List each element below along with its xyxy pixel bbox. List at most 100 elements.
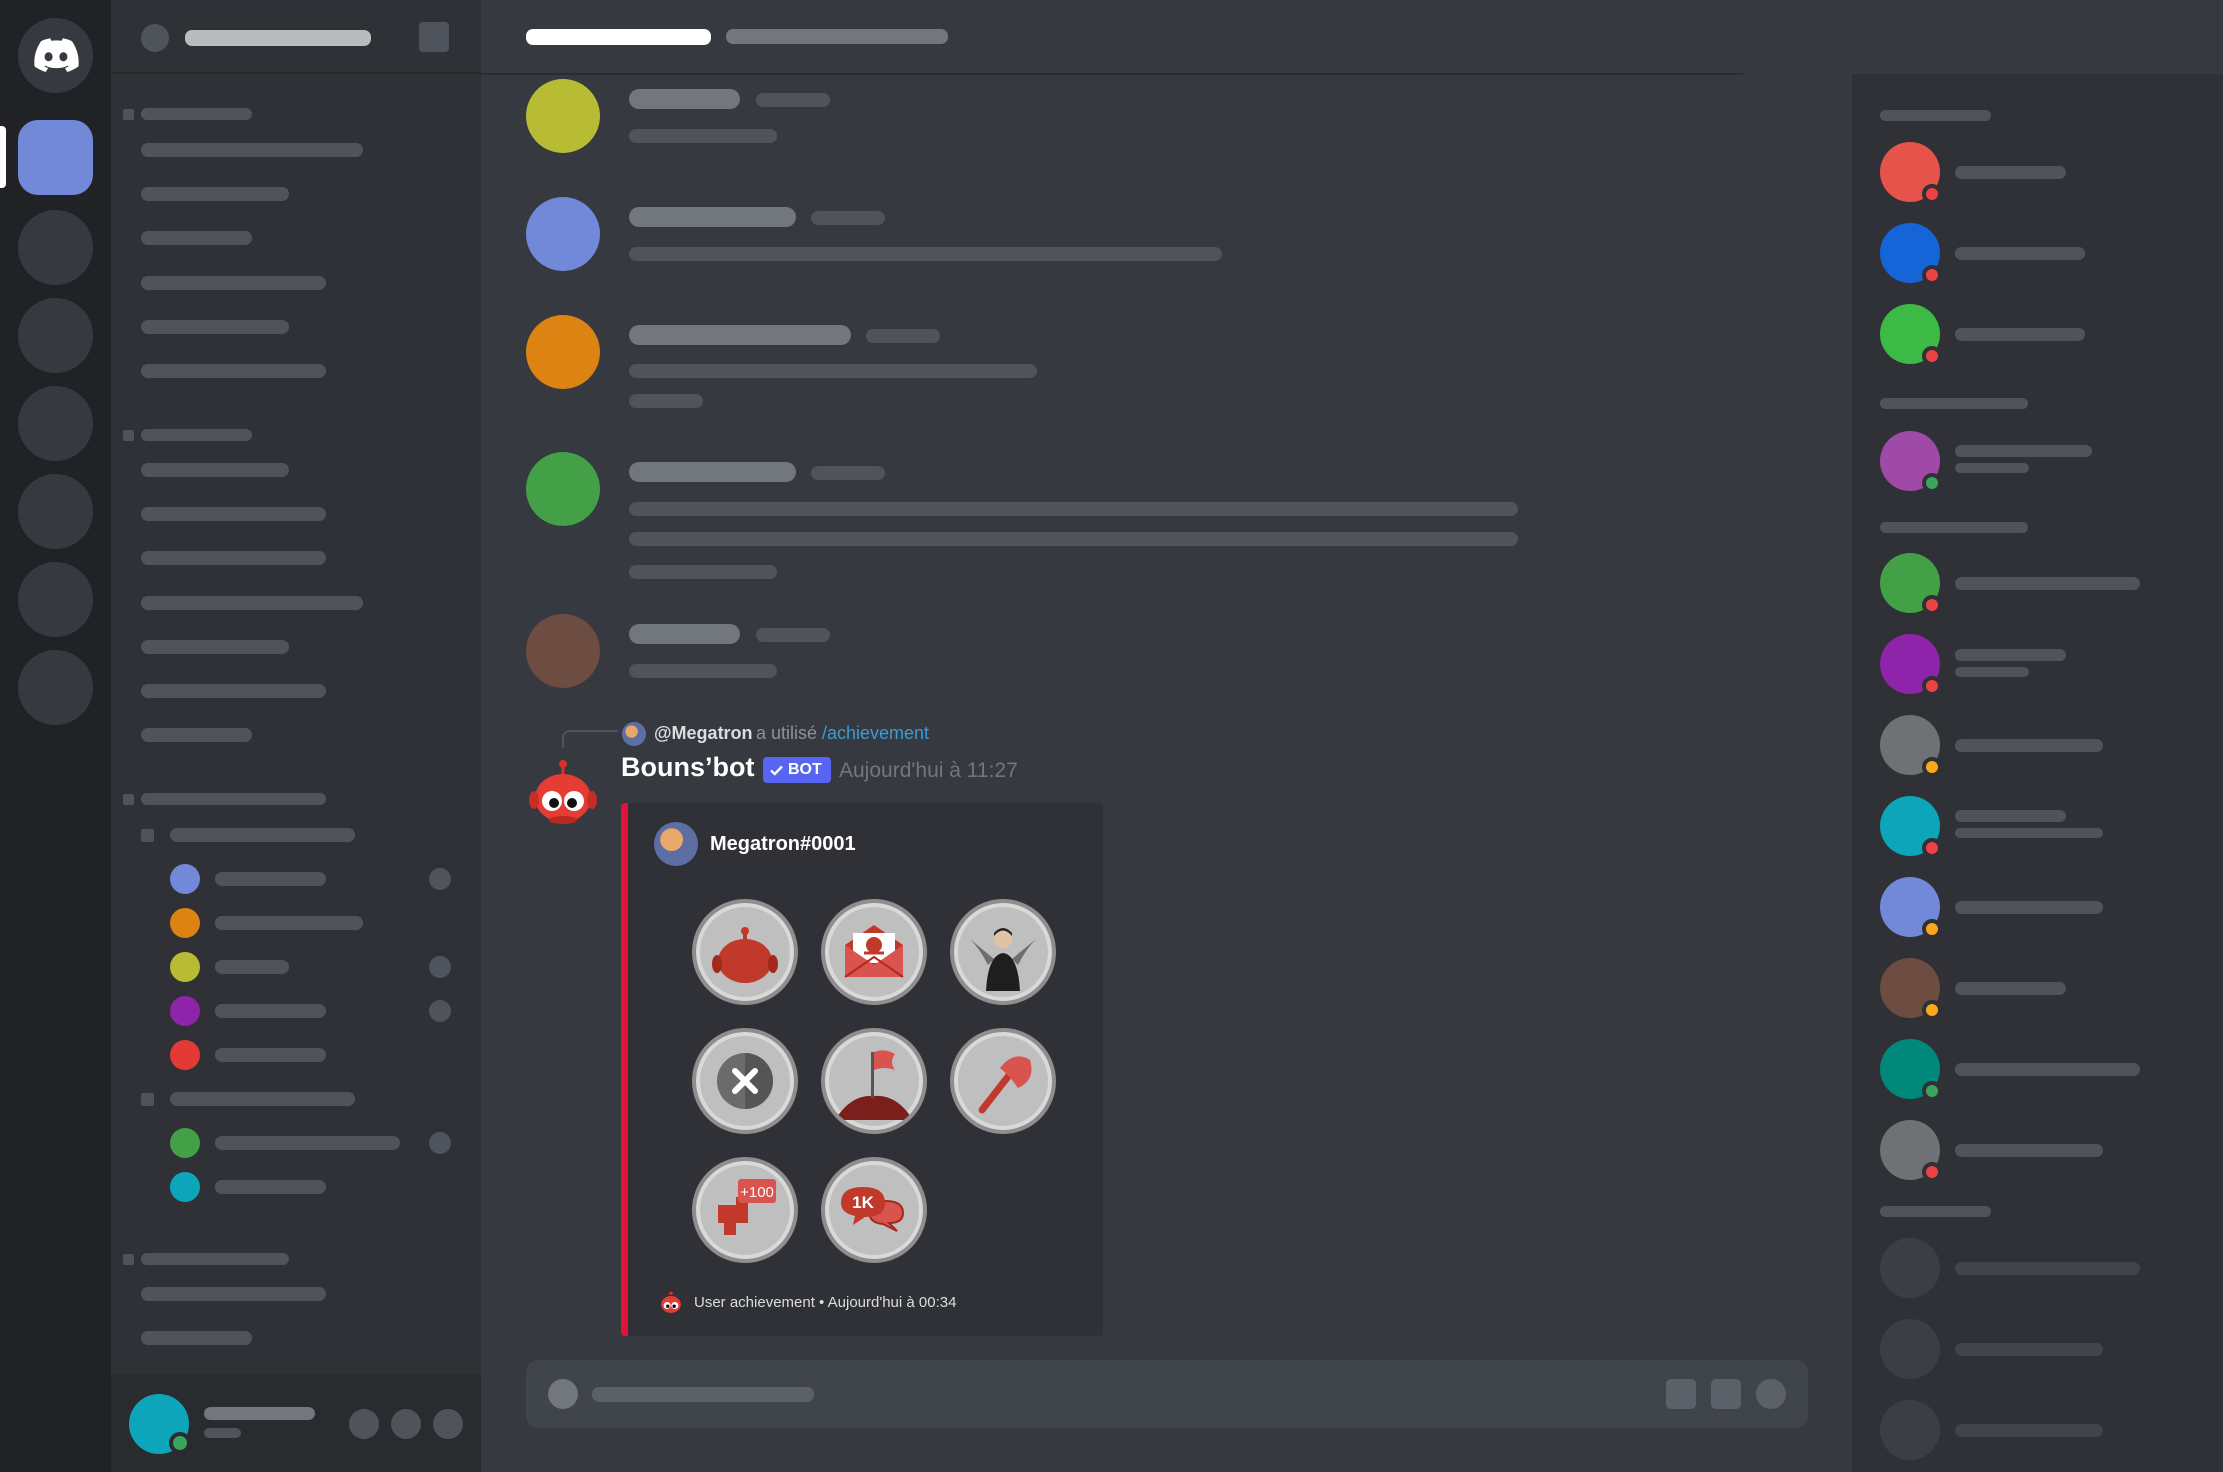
member-name[interactable] — [1955, 1424, 2103, 1437]
channel-item[interactable] — [141, 728, 252, 742]
idle-status-icon — [1922, 1000, 1942, 1020]
channel-item[interactable] — [141, 231, 252, 245]
member-name[interactable] — [1955, 982, 2066, 995]
member-name[interactable] — [1955, 1063, 2140, 1076]
voice-user-name[interactable] — [215, 1136, 400, 1150]
member-name[interactable] — [1955, 445, 2092, 457]
category-chevron-icon[interactable] — [123, 109, 134, 120]
channel-item[interactable] — [141, 320, 289, 334]
message-author[interactable] — [629, 462, 796, 482]
plus-100-badge: +100 — [692, 1157, 798, 1263]
message-avatar[interactable] — [526, 79, 600, 153]
home-button[interactable] — [18, 18, 93, 93]
embed-author[interactable]: Megatron#0001 — [654, 822, 856, 866]
channel-item[interactable] — [141, 143, 363, 157]
voice-user-avatar[interactable] — [170, 908, 200, 938]
upload-button[interactable] — [548, 1379, 578, 1409]
channel-item[interactable] — [141, 187, 289, 201]
channel-item[interactable] — [141, 1331, 252, 1345]
emoji-button[interactable] — [1756, 1379, 1786, 1409]
channel-item[interactable] — [141, 596, 363, 610]
member-name[interactable] — [1955, 577, 2140, 590]
voice-user-avatar[interactable] — [170, 996, 200, 1026]
member-avatar-offline[interactable] — [1880, 1238, 1940, 1298]
axe-icon — [978, 1056, 1032, 1114]
dropdown-icon[interactable] — [419, 22, 449, 52]
member-name[interactable] — [1955, 1262, 2140, 1275]
server-icon-active[interactable] — [18, 120, 93, 195]
server-icon[interactable] — [18, 210, 93, 285]
settings-icon[interactable] — [433, 1409, 463, 1439]
message-input[interactable] — [526, 1360, 1808, 1428]
voice-user-name[interactable] — [215, 916, 363, 930]
member-name[interactable] — [1955, 739, 2103, 752]
category-header[interactable] — [141, 429, 252, 441]
message-avatar[interactable] — [526, 315, 600, 389]
voice-channel-icon — [141, 829, 154, 842]
server-header[interactable] — [111, 0, 481, 74]
channel-item[interactable] — [141, 551, 326, 565]
gift-button[interactable] — [1666, 1379, 1696, 1409]
voice-user-avatar[interactable] — [170, 1172, 200, 1202]
member-name[interactable] — [1955, 247, 2085, 260]
gif-button[interactable] — [1711, 1379, 1741, 1409]
voice-user-avatar[interactable] — [170, 1040, 200, 1070]
voice-user-name[interactable] — [215, 872, 326, 886]
member-name[interactable] — [1955, 649, 2066, 661]
voice-user-avatar[interactable] — [170, 1128, 200, 1158]
member-name[interactable] — [1955, 328, 2085, 341]
mute-icon[interactable] — [349, 1409, 379, 1439]
channel-item[interactable] — [141, 1287, 326, 1301]
server-icon[interactable] — [18, 386, 93, 461]
message-avatar[interactable] — [526, 197, 600, 271]
channel-item[interactable] — [141, 276, 326, 290]
current-user-name[interactable] — [204, 1407, 315, 1420]
bot-avatar[interactable] — [526, 754, 600, 828]
channel-item[interactable] — [141, 684, 326, 698]
member-avatar-offline[interactable] — [1880, 1319, 1940, 1379]
message-author[interactable] — [629, 89, 740, 109]
voice-channel-item[interactable] — [170, 828, 355, 842]
member-name[interactable] — [1955, 166, 2066, 179]
member-name[interactable] — [1955, 1343, 2103, 1356]
close-icon — [717, 1053, 773, 1109]
voice-user-name[interactable] — [215, 1180, 326, 1194]
channel-item[interactable] — [141, 640, 289, 654]
channel-item[interactable] — [141, 507, 326, 521]
member-name[interactable] — [1955, 901, 2103, 914]
category-chevron-icon[interactable] — [123, 430, 134, 441]
channel-item[interactable] — [141, 364, 326, 378]
server-icon[interactable] — [18, 474, 93, 549]
category-chevron-icon[interactable] — [123, 794, 134, 805]
channel-item[interactable] — [141, 463, 289, 477]
voice-user-name[interactable] — [215, 1048, 326, 1062]
server-icon[interactable] — [18, 298, 93, 373]
member-avatar-offline[interactable] — [1880, 1400, 1940, 1460]
member-name[interactable] — [1955, 1144, 2103, 1157]
category-header[interactable] — [141, 108, 252, 120]
voice-user-name[interactable] — [215, 1004, 326, 1018]
reply-command-link[interactable]: /achievement — [822, 722, 929, 744]
bot-name[interactable]: Bouns’bot — [621, 752, 754, 783]
bot-head-badge-icon — [712, 927, 778, 983]
voice-user-avatar[interactable] — [170, 952, 200, 982]
category-header[interactable] — [141, 1253, 289, 1265]
reply-user-name[interactable]: @Megatron — [654, 722, 753, 744]
message-author[interactable] — [629, 207, 796, 227]
message-avatar[interactable] — [526, 614, 600, 688]
message-author[interactable] — [629, 325, 851, 345]
category-header[interactable] — [141, 793, 326, 805]
server-icon[interactable] — [18, 650, 93, 725]
server-icon[interactable] — [18, 562, 93, 637]
voice-channel-item[interactable] — [170, 1092, 355, 1106]
deafen-icon[interactable] — [391, 1409, 421, 1439]
member-group-header — [1880, 398, 2028, 409]
voice-user-avatar[interactable] — [170, 864, 200, 894]
category-chevron-icon[interactable] — [123, 1254, 134, 1265]
message-avatar[interactable] — [526, 452, 600, 526]
voice-user-name[interactable] — [215, 960, 289, 974]
message-author[interactable] — [629, 624, 740, 644]
reply-user-avatar[interactable] — [622, 722, 646, 746]
member-name[interactable] — [1955, 810, 2066, 822]
discord-app: @Megatron a utilisé /achievement Bouns’b… — [0, 0, 2223, 1472]
